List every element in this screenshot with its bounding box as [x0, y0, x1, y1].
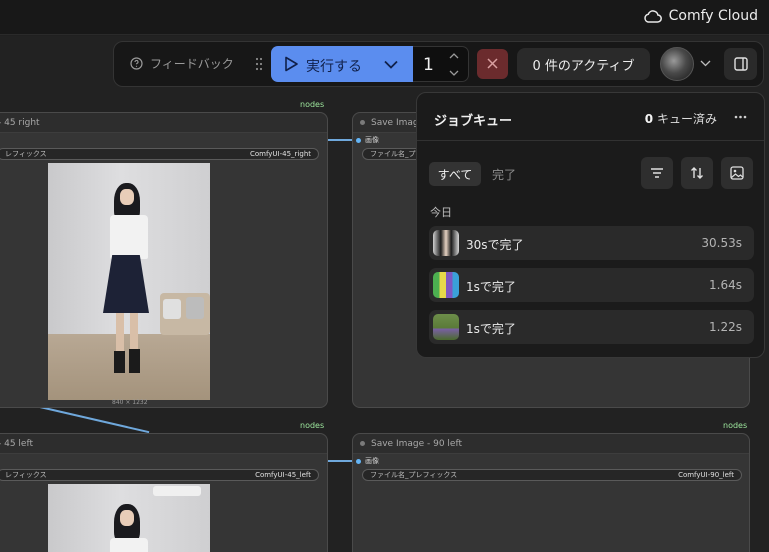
- top-bar: Comfy Cloud: [0, 0, 769, 35]
- save-image-node-90-left[interactable]: Save Image - 90 left 画像 ファイル名_プレフィックス Co…: [352, 433, 750, 552]
- field-value: ComfyUI-90_left: [678, 471, 734, 479]
- job-duration: 1.22s: [709, 320, 742, 334]
- nodes-tag: nodes: [300, 421, 325, 430]
- sort-button[interactable]: [681, 157, 713, 189]
- queued-number: 0: [644, 112, 654, 126]
- chevron-up-icon[interactable]: [449, 52, 459, 59]
- run-toolbar: フィードバック 実行する 1 0 件のアクティブ: [113, 41, 764, 87]
- load-image-node-45-left[interactable]: - 45 left レフィックス ComfyUI-45_left: [0, 433, 328, 552]
- job-duration: 1.64s: [709, 278, 742, 292]
- port-dot: [356, 137, 361, 143]
- image-preview: [48, 163, 210, 400]
- tab-completed[interactable]: 完了: [492, 166, 516, 183]
- port-dot: [356, 458, 361, 464]
- node-status-dot: [360, 441, 365, 446]
- drag-handle-icon[interactable]: [255, 57, 263, 71]
- queued-suffix: キュー済み: [656, 112, 717, 126]
- chevron-down-icon[interactable]: [700, 60, 711, 67]
- sidebar-panel-icon: [734, 57, 748, 71]
- chevron-down-icon[interactable]: [384, 60, 398, 69]
- node-header[interactable]: - 45 right: [0, 113, 327, 133]
- sort-icon: [691, 167, 703, 179]
- field-value: ComfyUI-45_left: [255, 471, 311, 479]
- batch-count-stepper[interactable]: 1: [413, 46, 469, 82]
- job-status: 1sで完了: [466, 322, 516, 336]
- job-duration: 30.53s: [701, 236, 742, 250]
- queued-count: 0 キュー済み: [645, 110, 717, 127]
- input-label: 画像: [365, 136, 379, 144]
- feedback-icon: [130, 57, 143, 70]
- active-jobs-label: 0 件のアクティブ: [532, 58, 635, 74]
- brand-label: Comfy Cloud: [668, 8, 758, 24]
- nodes-tag: nodes: [723, 421, 748, 430]
- field-label: レフィックス: [5, 150, 47, 158]
- divider: [417, 140, 764, 141]
- input-label: 画像: [365, 457, 379, 465]
- filename-prefix-field[interactable]: ファイル名_プレフィックス ComfyUI-90_left: [362, 469, 742, 481]
- image-input-port[interactable]: 画像: [356, 456, 379, 466]
- node-header[interactable]: - 45 left: [0, 434, 327, 454]
- job-item[interactable]: 1sで完了 1.22s: [429, 310, 754, 344]
- field-label: レフィックス: [5, 471, 47, 479]
- toggle-panel-button[interactable]: [724, 48, 757, 80]
- node-title: Save Image - 90 left: [371, 438, 462, 449]
- node-title: - 45 right: [0, 117, 40, 128]
- nodes-tag: nodes: [300, 100, 325, 109]
- job-item[interactable]: 30sで完了 30.53s: [429, 226, 754, 260]
- field-value: ComfyUI-45_right: [249, 150, 311, 158]
- cancel-run-button[interactable]: [477, 49, 508, 79]
- job-thumbnail: [433, 230, 459, 256]
- more-options-icon[interactable]: [734, 115, 747, 119]
- node-title: - 45 left: [0, 438, 33, 449]
- field-label: ファイル名_プ: [370, 150, 416, 158]
- play-icon: [285, 56, 298, 72]
- filename-prefix-field[interactable]: レフィックス ComfyUI-45_right: [0, 148, 319, 160]
- job-status: 30sで完了: [466, 238, 524, 252]
- field-label: ファイル名_プレフィックス: [370, 471, 458, 479]
- job-queue-panel: ジョブキュー 0 キュー済み すべて 完了 今日 30sで完了 30.53s 1…: [416, 92, 765, 358]
- queue-title: ジョブキュー: [434, 114, 513, 129]
- image-preview: [48, 484, 210, 552]
- run-label: 実行する: [306, 59, 362, 75]
- feedback-label: フィードバック: [150, 57, 234, 71]
- image-input-port[interactable]: 画像: [356, 135, 379, 145]
- close-icon: [487, 58, 498, 69]
- section-today: 今日: [430, 206, 452, 219]
- job-thumbnail: [433, 272, 459, 298]
- comfy-app: Comfy Cloud nodes - 45 right レフィックス Comf…: [0, 0, 769, 552]
- job-item[interactable]: 1sで完了 1.64s: [429, 268, 754, 302]
- chevron-down-icon[interactable]: [449, 70, 459, 77]
- load-image-node-45-right[interactable]: - 45 right レフィックス ComfyUI-45_right 840 ×…: [0, 112, 328, 408]
- node-status-dot: [360, 120, 365, 125]
- filter-icon: [651, 168, 663, 178]
- tab-all[interactable]: すべて: [429, 162, 481, 186]
- image-gallery-icon: [730, 166, 744, 180]
- node-header[interactable]: Save Image - 90 left: [353, 434, 749, 454]
- avatar[interactable]: [660, 47, 694, 81]
- image-dimensions: 840 × 1232: [112, 399, 148, 406]
- tab-label: すべて: [437, 167, 473, 182]
- filename-prefix-field[interactable]: レフィックス ComfyUI-45_left: [0, 469, 319, 481]
- feedback-button[interactable]: フィードバック: [130, 55, 234, 72]
- comfy-cloud-brand[interactable]: Comfy Cloud: [643, 8, 758, 24]
- cloud-icon: [643, 10, 662, 23]
- filter-button[interactable]: [641, 157, 673, 189]
- link-wire: [39, 406, 150, 433]
- active-jobs-button[interactable]: 0 件のアクティブ: [517, 48, 650, 80]
- run-button[interactable]: 実行する: [271, 46, 413, 82]
- batch-count-value[interactable]: 1: [423, 55, 434, 75]
- job-thumbnail: [433, 314, 459, 340]
- gallery-view-button[interactable]: [721, 157, 753, 189]
- job-status: 1sで完了: [466, 280, 516, 294]
